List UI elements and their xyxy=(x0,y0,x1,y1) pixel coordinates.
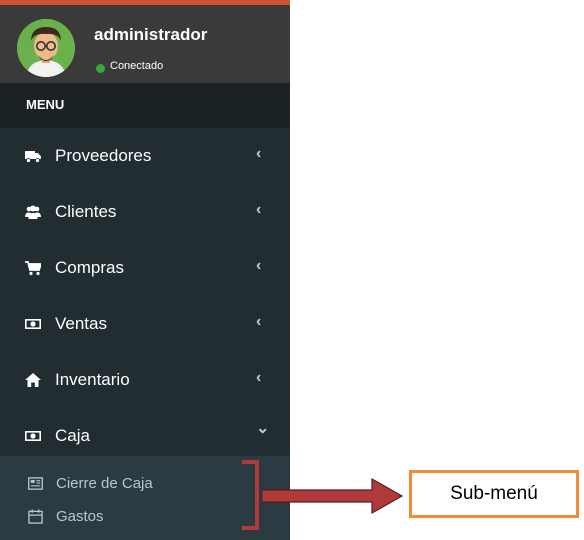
annotation-bracket-arrow xyxy=(242,460,404,530)
annotation-box: Sub-menú xyxy=(409,470,579,518)
annotation-label: Sub-menú xyxy=(450,483,538,504)
annotation-arrow-icon xyxy=(261,477,404,515)
annotation-bracket xyxy=(242,460,259,530)
